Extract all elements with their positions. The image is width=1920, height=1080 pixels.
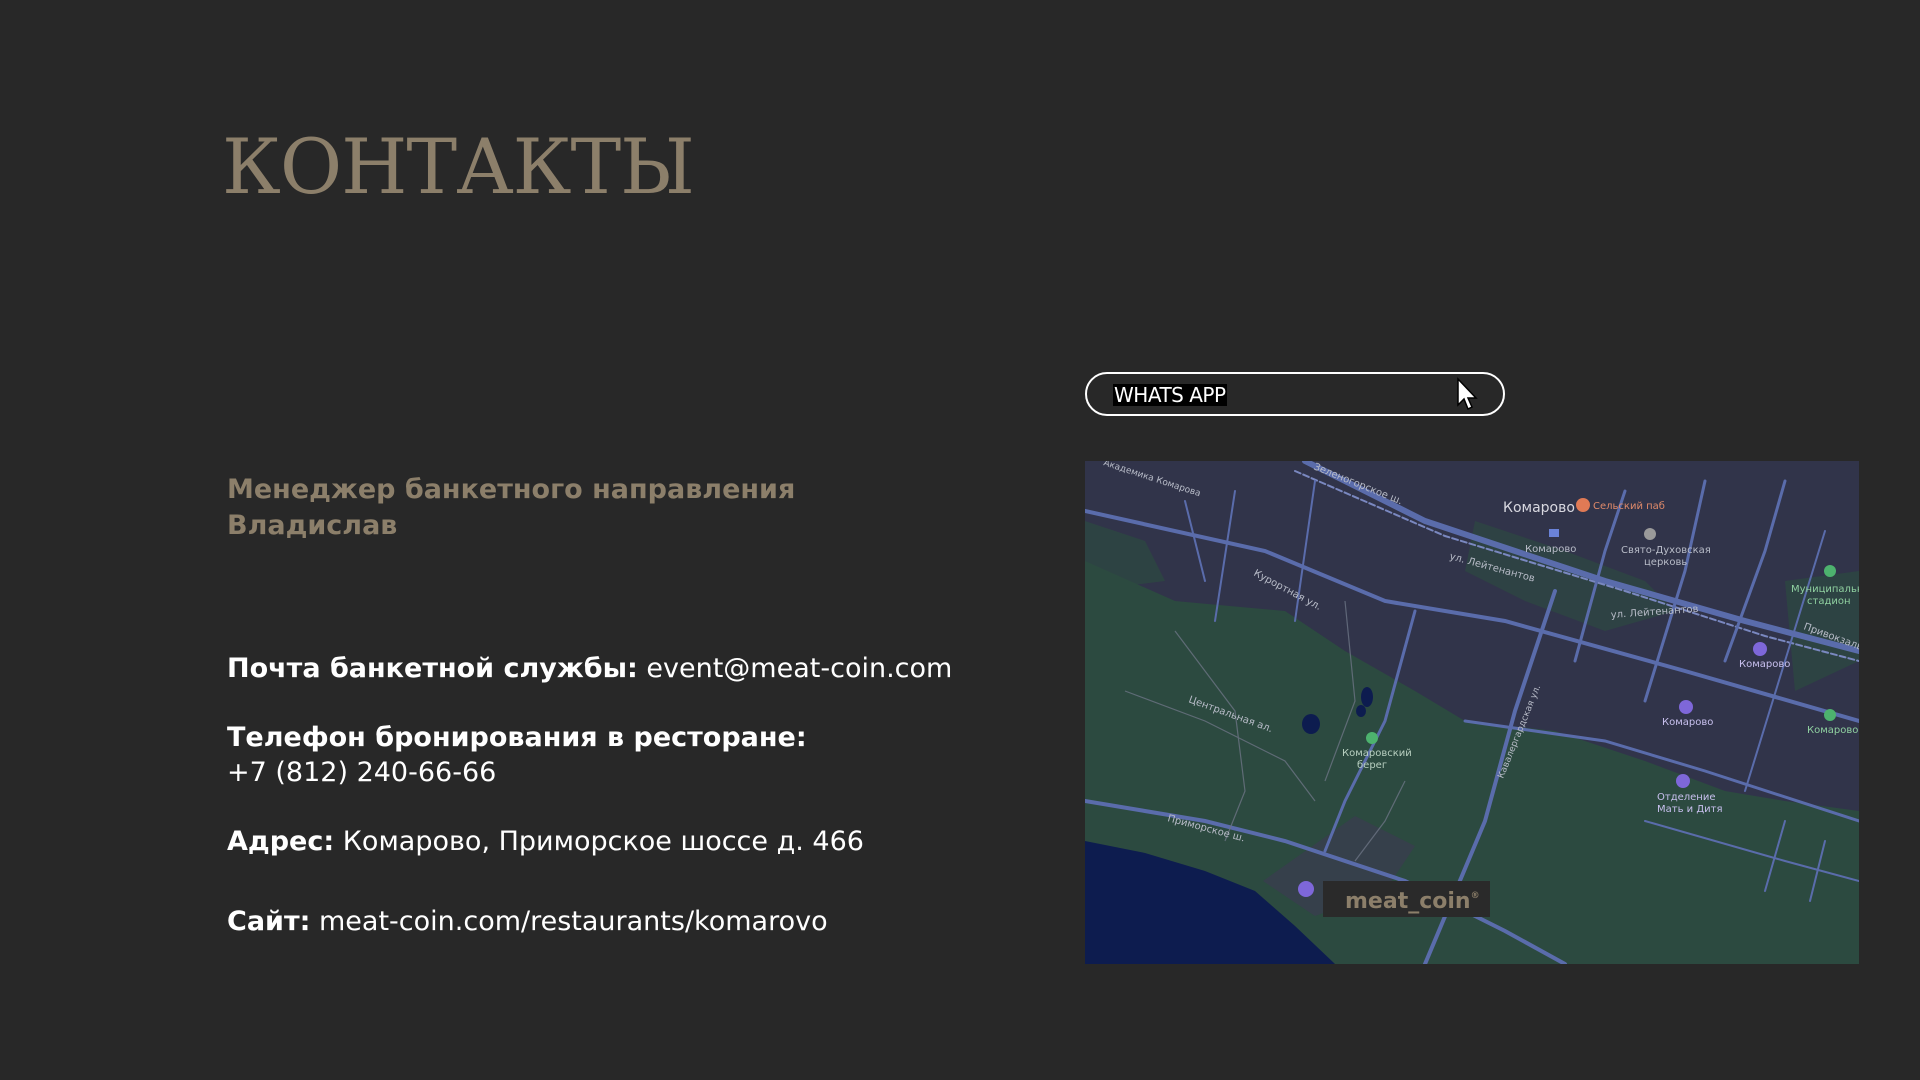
whatsapp-button[interactable]: WHATS APP — [1085, 372, 1505, 416]
map-label-station: Комарово — [1525, 544, 1576, 555]
site-link[interactable]: meat-coin.com/restaurants/komarovo — [319, 906, 828, 937]
map-label-bereg-1: Комаровский — [1342, 748, 1412, 759]
map-label-branch-2: Мать и Дитя — [1657, 804, 1722, 815]
site-row: Сайт: meat-coin.com/restaurants/komarovo — [227, 904, 828, 939]
phone-value[interactable]: +7 (812) 240-66-66 — [227, 755, 807, 790]
phone-row: Телефон бронирования в ресторане: +7 (81… — [227, 720, 807, 790]
registered-mark: ® — [1470, 891, 1480, 901]
page-title: КОНТАКТЫ — [222, 122, 695, 211]
manager-role: Менеджер банкетного направления — [227, 474, 796, 505]
cursor-arrow-icon — [1457, 377, 1478, 411]
phone-label: Телефон бронирования в ресторане: — [227, 722, 807, 753]
site-label: Сайт: — [227, 906, 311, 937]
map-label-church-2: церковь — [1644, 557, 1687, 568]
address-label: Адрес: — [227, 826, 335, 857]
map-label-komarovo-a: Комарово — [1739, 659, 1790, 670]
restaurant-pin-text: meat_coin — [1345, 889, 1471, 914]
restaurant-pin-label[interactable]: meat_coin® — [1323, 881, 1490, 917]
map-label-pub: Сельский паб — [1593, 501, 1665, 512]
whatsapp-label: WHATS APP — [1113, 383, 1227, 407]
address-value: Комарово, Приморское шоссе д. 466 — [342, 826, 864, 857]
map-label-komarovo: Комарово — [1503, 500, 1575, 516]
email-row: Почта банкетной службы: event@meat-coin.… — [227, 651, 952, 686]
map-label-branch-1: Отделение — [1657, 792, 1716, 803]
map-label-komarovo-b: Комарово — [1662, 717, 1713, 728]
manager-name: Владислав — [227, 510, 398, 541]
map-label-stadium-2: стадион — [1807, 596, 1851, 607]
location-map[interactable]: Комарово Сельский паб Комарово Свято-Дух… — [1085, 461, 1859, 964]
map-label-stadium-1: Муниципальн — [1791, 584, 1859, 595]
map-label-komarovo-c: Комарово — [1807, 725, 1858, 736]
email-value[interactable]: event@meat-coin.com — [646, 653, 952, 684]
email-label: Почта банкетной службы: — [227, 653, 638, 684]
manager-block: Менеджер банкетного направления Владисла… — [227, 472, 795, 544]
map-label-bereg-2: берег — [1357, 760, 1387, 771]
map-label-church-1: Свято-Духовская — [1621, 545, 1711, 556]
address-row: Адрес: Комарово, Приморское шоссе д. 466 — [227, 824, 864, 859]
